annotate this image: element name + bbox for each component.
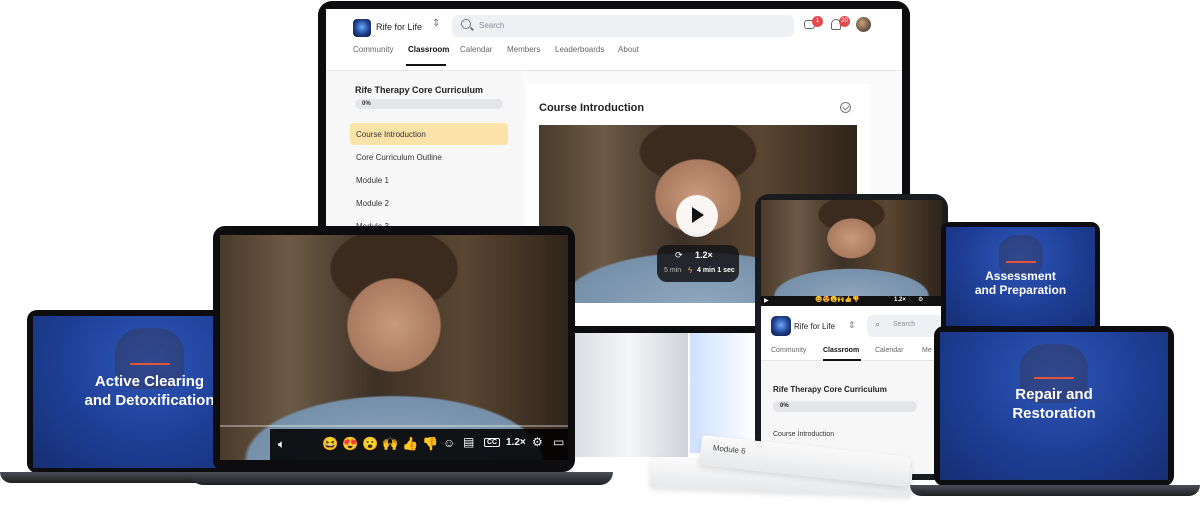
right-bottom-slide: Repair and Restoration [940, 332, 1168, 480]
speed-value: 1.2× [695, 250, 713, 260]
cc-button[interactable]: CC [484, 438, 501, 447]
right-bottom-laptop-base [910, 485, 1200, 496]
comment-icon[interactable]: ▤ [463, 435, 474, 449]
tab-calendar[interactable]: Calendar [460, 45, 492, 54]
search-input[interactable]: Search [452, 15, 794, 37]
speed-button[interactable]: 1.2× [506, 437, 526, 448]
tablet-header: Rife for Life ⇕ ⌕ Search Community Class… [761, 306, 942, 361]
tablet-tab-community[interactable]: Community [771, 347, 806, 354]
speed-popup: ⟳ 1.2× 5 min ϟ 4 min 1 sec [657, 245, 739, 282]
tablet-play-icon[interactable]: ▶ [764, 297, 769, 304]
chat-badge: 1 [812, 16, 823, 27]
tablet-speed[interactable]: 1.2× [894, 297, 906, 303]
course-progress: 0% [355, 99, 503, 109]
right-top-slide: Assessment and Preparation [946, 227, 1095, 329]
course-title: Rife Therapy Core Curriculum [355, 85, 484, 95]
tab-about[interactable]: About [618, 45, 639, 54]
tab-community[interactable]: Community [353, 45, 393, 54]
reaction-thumbs-down[interactable]: 👎 [422, 436, 438, 452]
tablet-reactions[interactable]: 😆😍😮🙌👍👎 [815, 296, 860, 303]
video-controls: 🔈︎ 😆 😍 😮 🙌 👍 👎 ☺ ▤ CC 1.2× ⚙ ▭ [270, 429, 568, 460]
center-laptop-base [190, 472, 613, 485]
tablet-progress-label: 0% [780, 403, 789, 409]
tablet-search-placeholder: Search [893, 321, 916, 328]
lesson-item-core-outline[interactable]: Core Curriculum Outline [350, 146, 508, 168]
tablet-chevron-icon[interactable]: ⇕ [848, 320, 856, 331]
tablet-lesson-item[interactable]: Course Introduction [773, 431, 834, 438]
tablet-search-icon: ⌕ [875, 319, 881, 329]
settings-icon[interactable]: ⚙ [532, 435, 543, 449]
tablet-settings-icon[interactable]: ⚙ [918, 296, 923, 303]
lesson-item-module-1[interactable]: Module 1 [350, 169, 508, 191]
reaction-praise[interactable]: 🙌 [382, 436, 398, 452]
tab-leaderboards[interactable]: Leaderboards [555, 45, 604, 54]
slide-rule [1005, 261, 1036, 263]
tab-classroom[interactable]: Classroom [408, 45, 449, 54]
course-progress-label: 0% [362, 101, 371, 107]
chevron-updown-icon[interactable]: ⇕ [432, 18, 440, 29]
complete-check-icon[interactable] [840, 102, 851, 113]
tablet-tab-calendar[interactable]: Calendar [875, 347, 903, 354]
lesson-label: Module 1 [356, 176, 389, 185]
lesson-item-module-2[interactable]: Module 2 [350, 192, 508, 214]
bolt-icon: ϟ [688, 266, 693, 275]
tablet-search-input[interactable]: ⌕ Search [867, 315, 942, 337]
active-tab-indicator [406, 64, 446, 66]
tablet-video[interactable] [761, 200, 942, 296]
slide-rule [1034, 377, 1074, 379]
tablet-screen: ▶ 😆😍😮🙌👍👎 1.2× ⚙ Rife for Life ⇕ ⌕ Search… [761, 200, 942, 474]
add-reaction-icon[interactable]: ☺ [443, 436, 455, 450]
tablet-tab-classroom[interactable]: Classroom [823, 347, 859, 354]
app-name: Rife for Life [376, 22, 423, 32]
tablet-video-controls: ▶ 😆😍😮🙌👍👎 1.2× ⚙ [761, 296, 942, 306]
speed-icon: ⟳ [675, 250, 683, 260]
reaction-love[interactable]: 😍 [342, 436, 358, 452]
monitor-stand [570, 333, 688, 457]
slide-line-1: Repair and [1015, 386, 1093, 403]
paper-label: Module 6 [712, 443, 747, 456]
slide-line-2: Restoration [1012, 405, 1096, 422]
slide-line-2: and Preparation [974, 283, 1067, 297]
reaction-laugh[interactable]: 😆 [322, 436, 338, 452]
tablet-app-logo [771, 316, 791, 336]
notification-badge: 20 [839, 16, 850, 27]
reaction-wow[interactable]: 😮 [362, 436, 378, 452]
reaction-thumbs-up[interactable]: 👍 [402, 436, 418, 452]
search-icon [461, 19, 471, 29]
tablet-course-progress: 0% [773, 401, 917, 412]
tablet-course-title: Rife Therapy Core Curriculum [773, 385, 887, 394]
search-placeholder: Search [479, 21, 505, 30]
pip-icon[interactable]: ▭ [553, 435, 564, 449]
lesson-item-course-introduction[interactable]: Course Introduction [350, 123, 508, 145]
tab-members[interactable]: Members [507, 45, 540, 54]
lesson-title: Course Introduction [539, 102, 645, 114]
lesson-label: Core Curriculum Outline [356, 153, 442, 162]
volume-icon[interactable]: 🔈︎ [278, 437, 285, 452]
tablet-tab-members[interactable]: Me [922, 347, 932, 354]
center-video[interactable]: 🔈︎ 😆 😍 😮 🙌 👍 👎 ☺ ▤ CC 1.2× ⚙ ▭ [220, 235, 568, 460]
app-logo [353, 19, 371, 37]
tablet-app-name: Rife for Life [794, 322, 835, 331]
time-short: 5 min [664, 267, 682, 274]
lesson-label: Module 2 [356, 199, 389, 208]
avatar[interactable] [856, 17, 871, 32]
video-progress-track[interactable] [220, 425, 568, 427]
stand-reflection [690, 333, 756, 453]
slide-rule [129, 363, 170, 365]
lesson-label: Course Introduction [356, 130, 426, 139]
slide-line-1: Assessment [985, 269, 1056, 283]
time-long: 4 min 1 sec [697, 267, 735, 274]
play-button[interactable] [676, 195, 718, 237]
app-header: Rife for Life ⇕ Search 1 20 Community Cl… [326, 9, 902, 71]
